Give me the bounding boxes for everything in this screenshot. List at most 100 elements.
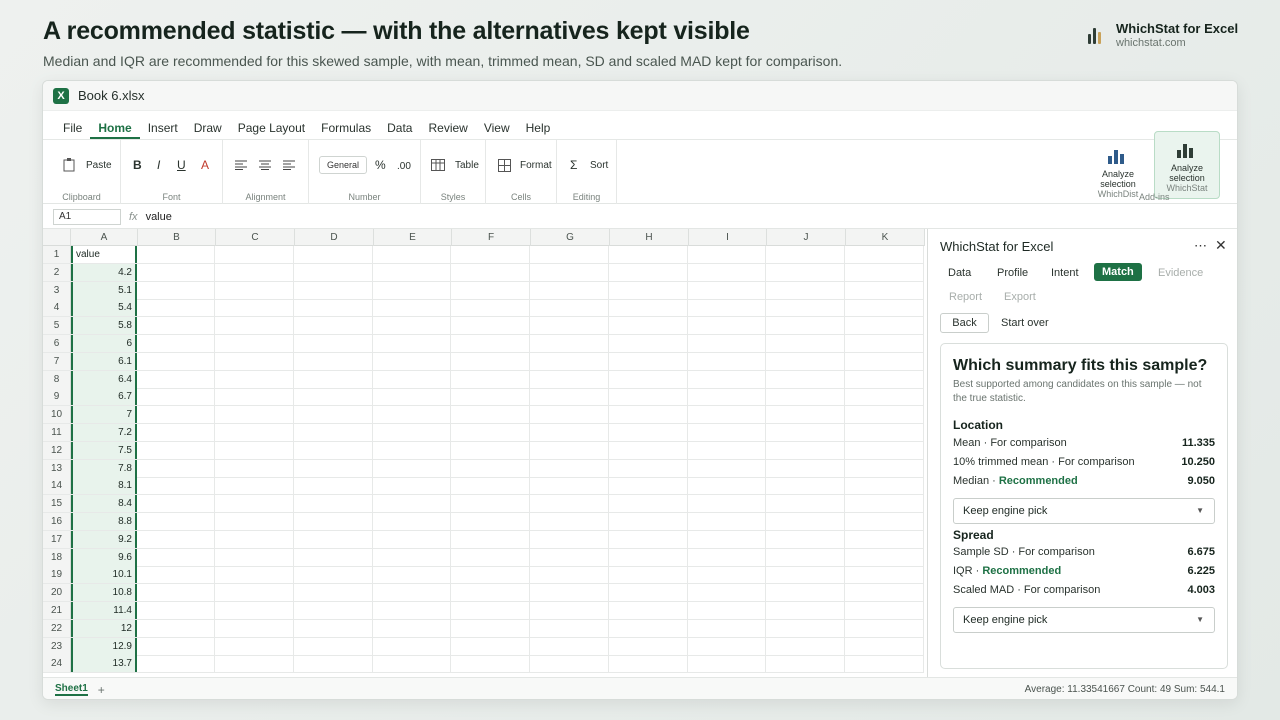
empty-cell[interactable] — [766, 299, 845, 317]
empty-cell[interactable] — [373, 530, 451, 548]
align-left-icon[interactable] — [235, 160, 247, 170]
column-header-e[interactable]: E — [374, 229, 452, 246]
empty-cell[interactable] — [294, 655, 373, 673]
empty-cell[interactable] — [373, 637, 451, 655]
row-header[interactable]: 12 — [43, 441, 71, 459]
tab-intent[interactable]: Intent — [1043, 264, 1087, 282]
empty-cell[interactable] — [845, 424, 924, 441]
empty-cell[interactable] — [373, 424, 451, 441]
empty-cell[interactable] — [451, 281, 530, 299]
cell-a-value[interactable]: 7.8 — [71, 459, 137, 477]
empty-cell[interactable] — [137, 388, 215, 406]
cell-a-value[interactable]: 5.4 — [71, 299, 137, 317]
empty-cell[interactable] — [137, 637, 215, 655]
empty-cell[interactable] — [845, 370, 924, 388]
paste-button[interactable]: Paste — [86, 160, 112, 171]
empty-cell[interactable] — [373, 370, 451, 388]
empty-cell[interactable] — [530, 406, 609, 424]
cell-a-value[interactable]: 6 — [71, 335, 137, 352]
empty-cell[interactable] — [294, 566, 373, 584]
row-header[interactable]: 19 — [43, 566, 71, 584]
cell-a-value[interactable]: 5.8 — [71, 317, 137, 335]
empty-cell[interactable] — [609, 495, 688, 513]
underline-button[interactable]: U — [177, 158, 186, 172]
empty-cell[interactable] — [215, 513, 294, 530]
empty-cell[interactable] — [294, 281, 373, 299]
sheet-tab-sheet1[interactable]: Sheet1 — [55, 683, 88, 696]
italic-button[interactable]: I — [157, 158, 160, 172]
empty-cell[interactable] — [294, 495, 373, 513]
empty-cell[interactable] — [845, 281, 924, 299]
empty-cell[interactable] — [609, 263, 688, 281]
empty-cell[interactable] — [373, 655, 451, 673]
row-header[interactable]: 13 — [43, 459, 71, 477]
empty-cell[interactable] — [766, 477, 845, 495]
location-pick-select[interactable]: Keep engine pick ▼ — [953, 498, 1215, 524]
empty-cell[interactable] — [530, 424, 609, 441]
cell-a-value[interactable]: 11.4 — [71, 602, 137, 619]
empty-cell[interactable] — [373, 566, 451, 584]
empty-cell[interactable] — [530, 281, 609, 299]
empty-cell[interactable] — [766, 263, 845, 281]
cell-a-value[interactable]: 9.2 — [71, 530, 137, 548]
empty-cell[interactable] — [766, 566, 845, 584]
row-header[interactable]: 20 — [43, 584, 71, 602]
cell-a-value[interactable]: 13.7 — [71, 655, 137, 673]
row-header[interactable]: 24 — [43, 655, 71, 673]
empty-cell[interactable] — [294, 602, 373, 619]
empty-cell[interactable] — [215, 388, 294, 406]
empty-cell[interactable] — [137, 548, 215, 566]
empty-cell[interactable] — [530, 566, 609, 584]
row-header[interactable]: 2 — [43, 263, 71, 281]
empty-cell[interactable] — [609, 584, 688, 602]
column-header-d[interactable]: D — [295, 229, 374, 246]
empty-cell[interactable] — [845, 263, 924, 281]
row-header[interactable]: 5 — [43, 317, 71, 335]
empty-cell[interactable] — [373, 584, 451, 602]
empty-cell[interactable] — [215, 335, 294, 352]
cell-a-value[interactable]: 7.2 — [71, 424, 137, 441]
empty-cell[interactable] — [215, 637, 294, 655]
empty-cell[interactable] — [845, 335, 924, 352]
empty-cell[interactable] — [609, 459, 688, 477]
empty-cell[interactable] — [766, 370, 845, 388]
empty-cell[interactable] — [451, 370, 530, 388]
empty-cell[interactable] — [609, 370, 688, 388]
empty-cell[interactable] — [766, 406, 845, 424]
empty-cell[interactable] — [373, 619, 451, 637]
row-header[interactable]: 15 — [43, 495, 71, 513]
empty-cell[interactable] — [766, 424, 845, 441]
empty-cell[interactable] — [845, 566, 924, 584]
empty-cell[interactable] — [688, 352, 766, 370]
empty-cell[interactable] — [766, 441, 845, 459]
row-header[interactable]: 17 — [43, 530, 71, 548]
empty-cell[interactable] — [530, 441, 609, 459]
empty-cell[interactable] — [451, 459, 530, 477]
cell-a1-header[interactable]: value — [71, 246, 137, 263]
empty-cell[interactable] — [373, 281, 451, 299]
empty-cell[interactable] — [137, 299, 215, 317]
empty-cell[interactable] — [215, 370, 294, 388]
empty-cell[interactable] — [609, 602, 688, 619]
empty-cell[interactable] — [451, 263, 530, 281]
empty-cell[interactable] — [137, 530, 215, 548]
empty-cell[interactable] — [137, 459, 215, 477]
empty-cell[interactable] — [688, 548, 766, 566]
row-header[interactable]: 11 — [43, 424, 71, 441]
cell-a-value[interactable]: 4.2 — [71, 263, 137, 281]
menu-draw[interactable]: Draw — [186, 119, 230, 139]
row-header[interactable]: 7 — [43, 352, 71, 370]
empty-cell[interactable] — [845, 441, 924, 459]
empty-cell[interactable] — [845, 406, 924, 424]
column-header-c[interactable]: C — [216, 229, 295, 246]
empty-cell[interactable] — [530, 335, 609, 352]
empty-cell[interactable] — [215, 281, 294, 299]
empty-cell[interactable] — [609, 477, 688, 495]
empty-cell[interactable] — [137, 477, 215, 495]
empty-cell[interactable] — [766, 246, 845, 263]
empty-cell[interactable] — [609, 424, 688, 441]
row-header[interactable]: 8 — [43, 370, 71, 388]
empty-cell[interactable] — [294, 335, 373, 352]
empty-cell[interactable] — [215, 477, 294, 495]
empty-cell[interactable] — [373, 477, 451, 495]
